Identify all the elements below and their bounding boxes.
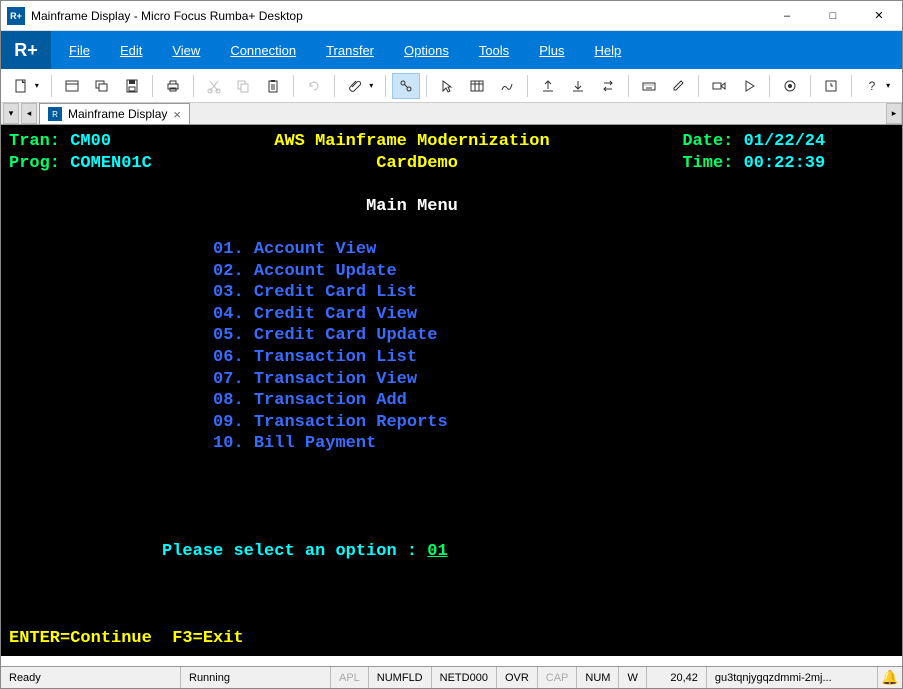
menu-file[interactable]: File xyxy=(69,43,90,58)
upload-icon[interactable] xyxy=(534,73,562,99)
menu-transfer[interactable]: Transfer xyxy=(326,43,374,58)
tab-close-icon[interactable]: × xyxy=(173,107,181,122)
status-running: Running xyxy=(181,667,331,688)
record-icon[interactable] xyxy=(705,73,733,99)
toolbar: ▾ ▾ ? ▾ xyxy=(1,69,902,103)
tabstrip: ▾ ◂ R Mainframe Display × ▸ xyxy=(1,103,902,125)
menu-options[interactable]: Options xyxy=(404,43,449,58)
status-ready: Ready xyxy=(1,667,181,688)
menu-view[interactable]: View xyxy=(172,43,200,58)
menu-help[interactable]: Help xyxy=(594,43,621,58)
cursor-icon[interactable] xyxy=(433,73,461,99)
cascade-icon[interactable] xyxy=(88,73,116,99)
undo-icon xyxy=(300,73,328,99)
new-dropdown[interactable]: ▾ xyxy=(35,81,45,90)
download-icon[interactable] xyxy=(564,73,592,99)
status-apl: APL xyxy=(331,667,369,688)
statusbar: Ready Running APL NUMFLD NETD000 OVR CAP… xyxy=(1,666,902,688)
menubar: R+ File Edit View Connection Transfer Op… xyxy=(1,31,902,69)
status-num: NUM xyxy=(577,667,619,688)
help-dropdown[interactable]: ▾ xyxy=(886,81,896,90)
play-icon[interactable] xyxy=(735,73,763,99)
tab-scroll-left[interactable]: ◂ xyxy=(21,103,37,124)
copy-icon xyxy=(230,73,258,99)
titlebar: R+ Mainframe Display - Micro Focus Rumba… xyxy=(1,1,902,31)
attach-icon[interactable] xyxy=(341,73,369,99)
grid-icon[interactable] xyxy=(463,73,491,99)
menu-edit[interactable]: Edit xyxy=(120,43,142,58)
cut-icon xyxy=(200,73,228,99)
attach-dropdown[interactable]: ▾ xyxy=(369,81,379,90)
window-title: Mainframe Display - Micro Focus Rumba+ D… xyxy=(31,9,764,23)
status-cursor: 20,42 xyxy=(647,667,707,688)
status-cap: CAP xyxy=(538,667,578,688)
close-button[interactable]: ✕ xyxy=(856,1,902,31)
keyboard-icon[interactable] xyxy=(635,73,663,99)
notifications-icon[interactable]: 🔔 xyxy=(878,667,902,688)
tab-icon: R xyxy=(48,107,62,121)
status-netd: NETD000 xyxy=(432,667,497,688)
swap-icon[interactable] xyxy=(594,73,622,99)
status-ovr: OVR xyxy=(497,667,538,688)
tab-label: Mainframe Display xyxy=(68,107,167,121)
status-numfld: NUMFLD xyxy=(369,667,432,688)
tab-menu-button[interactable]: ▾ xyxy=(3,103,19,124)
menu-connection[interactable]: Connection xyxy=(230,43,296,58)
tab-scroll-right[interactable]: ▸ xyxy=(886,103,902,124)
status-w: W xyxy=(619,667,646,688)
target-icon[interactable] xyxy=(776,73,804,99)
eyedropper-icon[interactable] xyxy=(665,73,693,99)
app-icon: R+ xyxy=(7,7,25,25)
brand-badge: R+ xyxy=(1,31,51,69)
maximize-button[interactable]: □ xyxy=(810,1,856,31)
save-icon[interactable] xyxy=(118,73,146,99)
signal-icon[interactable] xyxy=(493,73,521,99)
connect-icon[interactable] xyxy=(392,73,420,99)
window-blank-icon[interactable] xyxy=(58,73,86,99)
help-icon[interactable]: ? xyxy=(858,73,886,99)
menu-tools[interactable]: Tools xyxy=(479,43,509,58)
print-icon[interactable] xyxy=(159,73,187,99)
tab-mainframe-display[interactable]: R Mainframe Display × xyxy=(39,103,190,124)
clock-icon[interactable] xyxy=(817,73,845,99)
status-host: gu3tqnjygqzdmmi-2mj... xyxy=(707,667,878,688)
paste-icon[interactable] xyxy=(259,73,287,99)
terminal-area[interactable]: Tran: CM00 AWS Mainframe Modernization D… xyxy=(1,125,902,656)
menu-plus[interactable]: Plus xyxy=(539,43,564,58)
new-button[interactable] xyxy=(7,73,35,99)
terminal-screen: Tran: CM00 AWS Mainframe Modernization D… xyxy=(9,131,894,649)
svg-text:?: ? xyxy=(869,79,876,93)
minimize-button[interactable]: – xyxy=(764,1,810,31)
